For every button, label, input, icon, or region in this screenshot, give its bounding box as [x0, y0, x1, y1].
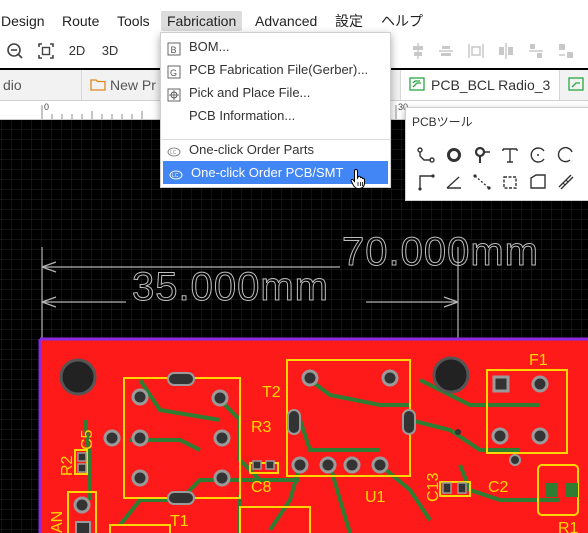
dimension-70-label: 70.000mm [342, 230, 539, 274]
designator-t2: T2 [262, 384, 281, 401]
pcb-tools-title: PCBツール [412, 115, 473, 129]
svg-text:LC: LC [170, 150, 177, 156]
text-icon[interactable] [500, 145, 520, 165]
designator-r2: R2 [59, 455, 76, 476]
rect-icon[interactable] [500, 172, 520, 192]
svg-text:B: B [171, 45, 177, 55]
designator-r1: R1 [558, 520, 579, 533]
designator-u1: U1 [365, 489, 386, 506]
menu-item-label: One-click Order Parts [189, 142, 314, 157]
space-horizontal-icon[interactable] [496, 40, 516, 62]
space-vertical-icon[interactable] [526, 40, 546, 62]
view-3d-button[interactable]: 3D [99, 40, 121, 62]
circle-arc-icon[interactable] [556, 145, 576, 165]
menu-item-label: PCB Fabrication File(Gerber)... [189, 62, 369, 77]
menu-item-pick-place[interactable]: Pick and Place File... [161, 81, 390, 104]
pad-icon[interactable] [444, 145, 464, 165]
menu-item-label: One-click Order PCB/SMT [191, 165, 344, 180]
tab-label: New Pr [110, 77, 156, 93]
fit-view-icon[interactable] [36, 40, 56, 62]
tab-pcb-bcl-radio[interactable]: PCB_BCL Radio_3 [400, 70, 560, 100]
zoom-out-icon[interactable] [5, 40, 25, 62]
menu-item-order-parts[interactable]: LC One-click Order Parts [161, 138, 390, 161]
polygon-icon[interactable] [528, 172, 548, 192]
designator-c2: C2 [488, 479, 509, 496]
menu-tools[interactable]: Tools [111, 11, 156, 31]
dimension-35-label: 35.000mm [132, 265, 329, 309]
menu-advanced[interactable]: Advanced [249, 11, 323, 31]
menu-item-gerber[interactable]: G PCB Fabrication File(Gerber)... [161, 58, 390, 81]
measure-icon[interactable] [556, 172, 576, 192]
pick-place-icon [167, 86, 181, 102]
menu-item-label: Pick and Place File... [189, 85, 311, 100]
designator-c13: C13 [425, 473, 442, 502]
arc-icon[interactable] [528, 145, 548, 165]
menu-bar: Design Route Tools Fabrication Advanced … [0, 0, 588, 35]
pcb-icon [409, 71, 425, 100]
hand-cursor-icon [350, 168, 368, 193]
order-parts-icon: LC [167, 143, 181, 157]
svg-text:G: G [170, 68, 177, 78]
distribute-icon[interactable] [436, 40, 456, 62]
menu-item-pcb-information[interactable]: PCB Information... [161, 104, 390, 127]
designator-an: AN [49, 511, 66, 533]
via-icon[interactable] [472, 145, 492, 165]
folder-icon [90, 71, 106, 100]
menu-design[interactable]: Design [0, 11, 51, 31]
pcb-tools-panel: PCBツール [405, 107, 588, 201]
gerber-icon: G [167, 63, 181, 79]
arrange-icon[interactable] [556, 40, 576, 62]
fabrication-menu: B BOM... G PCB Fabrication File(Gerber).… [160, 32, 391, 188]
tab-label: dio [3, 77, 22, 93]
menu-item-label: PCB Information... [189, 108, 296, 123]
corner-icon[interactable] [416, 172, 436, 192]
svg-text:LC: LC [172, 173, 179, 179]
view-2d-button[interactable]: 2D [66, 40, 88, 62]
dashed-line-icon[interactable] [472, 172, 492, 192]
track-icon[interactable] [416, 145, 436, 165]
align-middle-icon[interactable] [466, 40, 486, 62]
tab-radio[interactable]: dio [0, 70, 82, 100]
menu-item-label: BOM... [189, 39, 230, 54]
pcb-icon [568, 71, 584, 100]
menu-fabrication[interactable]: Fabrication [161, 11, 243, 31]
tab-label: PCB_BCL Radio_3 [431, 77, 551, 93]
menu-help[interactable]: ヘルプ [375, 11, 429, 31]
menu-settings[interactable]: 設定 [329, 11, 369, 31]
ruler-label-0: 0 [44, 102, 50, 112]
angle-icon[interactable] [444, 172, 464, 192]
menu-route[interactable]: Route [56, 11, 105, 31]
menu-item-bom[interactable]: B BOM... [161, 35, 390, 58]
bom-icon: B [167, 40, 181, 56]
order-pcb-icon: LC [169, 166, 183, 180]
designator-r3: R3 [251, 419, 272, 436]
designator-c8: C8 [251, 479, 272, 496]
designator-c5: C5 [79, 429, 96, 450]
tab-pcb-extra[interactable] [560, 70, 588, 100]
designator-f1: F1 [529, 352, 548, 369]
designator-t1: T1 [170, 513, 189, 530]
align-icon[interactable] [408, 40, 428, 62]
